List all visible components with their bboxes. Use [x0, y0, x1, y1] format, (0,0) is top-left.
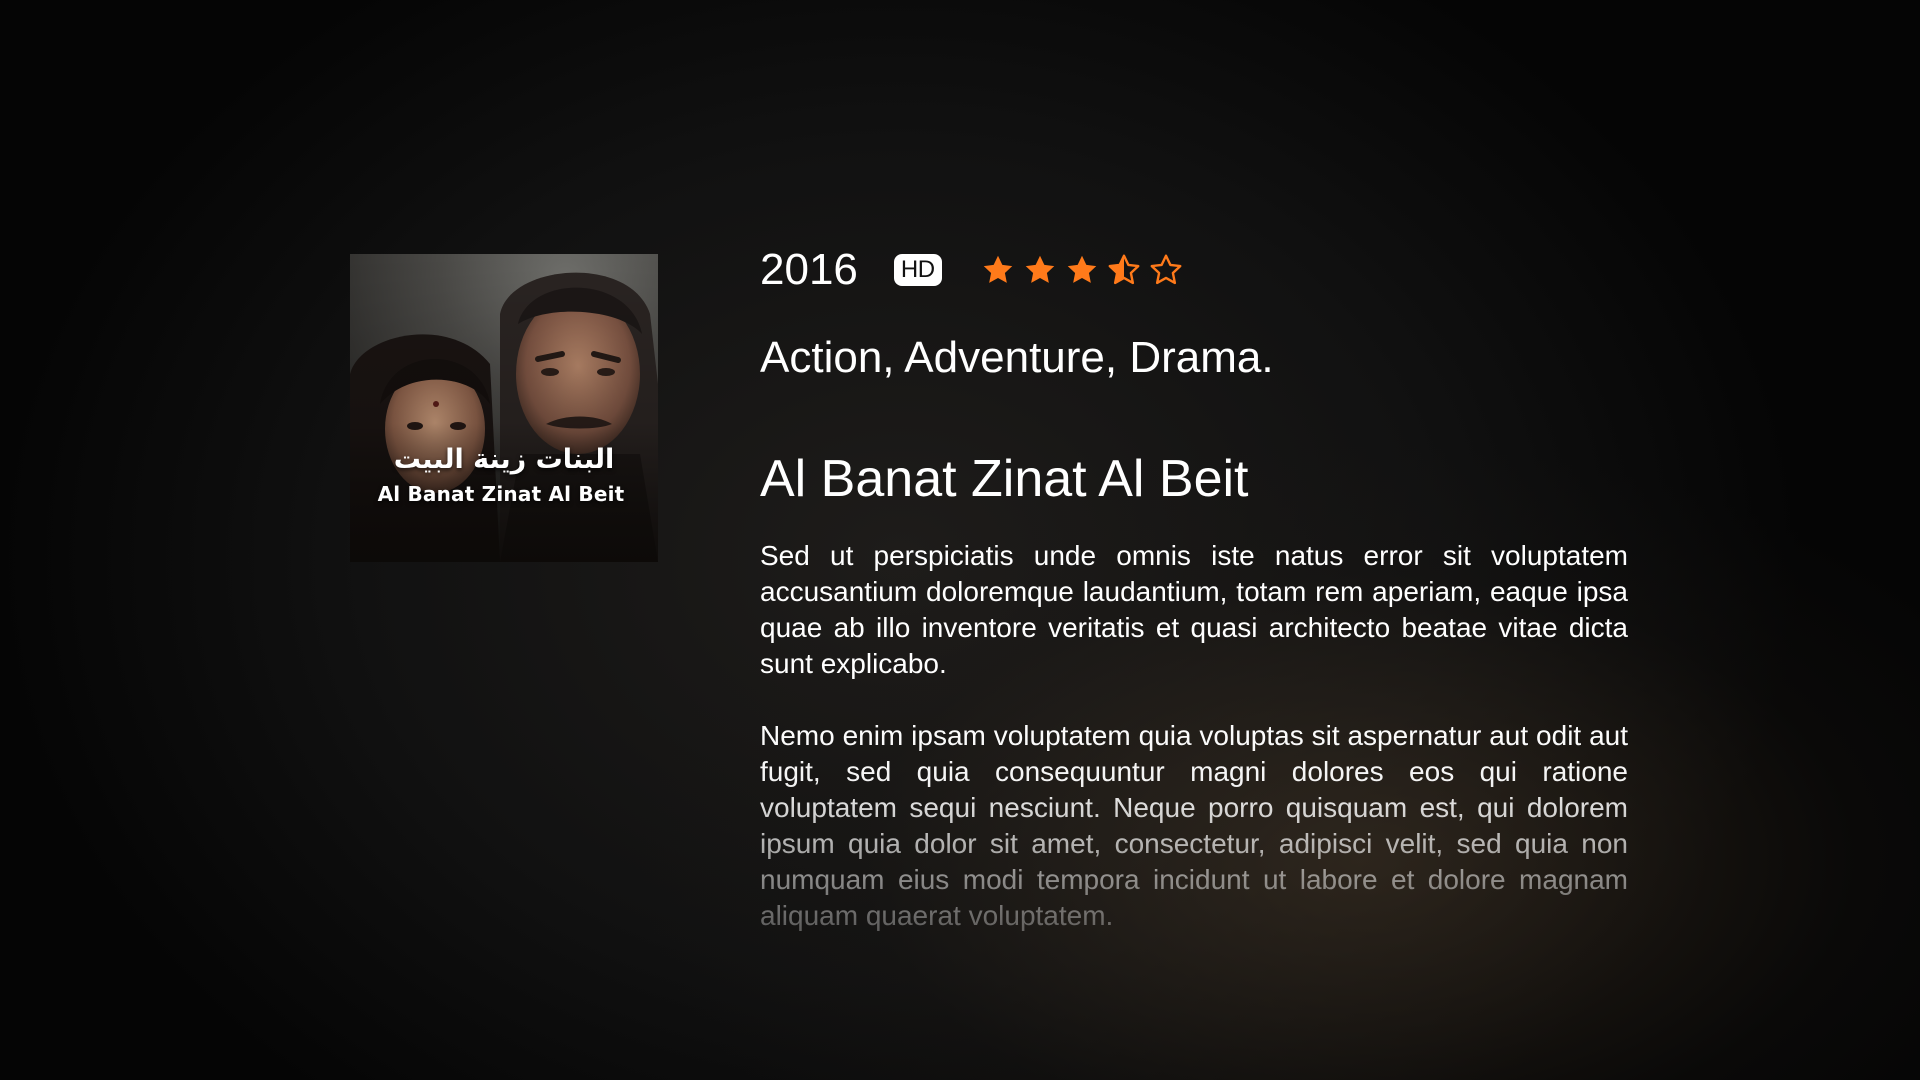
movie-description: Sed ut perspiciatis unde omnis iste natu… [760, 538, 1628, 934]
star-full-icon [1022, 252, 1058, 288]
meta-row: 2016 HD [760, 240, 1628, 300]
poster-artwork [350, 254, 658, 562]
hd-badge: HD [893, 254, 942, 286]
poster-english-title: Al Banat Zinat Al Beit [377, 482, 625, 506]
star-empty-icon [1148, 252, 1184, 288]
movie-title: Al Banat Zinat Al Beit [760, 450, 1249, 508]
movie-details: 2016 HD Action, Adventure, Drama. Al Ban… [760, 240, 1628, 970]
star-rating [980, 252, 1184, 288]
release-year: 2016 [760, 245, 858, 294]
genres: Action, Adventure, Drama. [760, 333, 1274, 382]
movie-poster[interactable]: البنات زينة البيت Al Banat Zinat Al Beit [350, 254, 658, 562]
poster-arabic-title: البنات زينة البيت [393, 444, 615, 475]
star-full-icon [980, 252, 1016, 288]
description-paragraph-2: Nemo enim ipsam voluptatem quia voluptas… [760, 720, 1628, 931]
description-paragraph-1: Sed ut perspiciatis unde omnis iste natu… [760, 540, 1628, 679]
star-full-icon [1064, 252, 1100, 288]
star-half-icon [1106, 252, 1142, 288]
